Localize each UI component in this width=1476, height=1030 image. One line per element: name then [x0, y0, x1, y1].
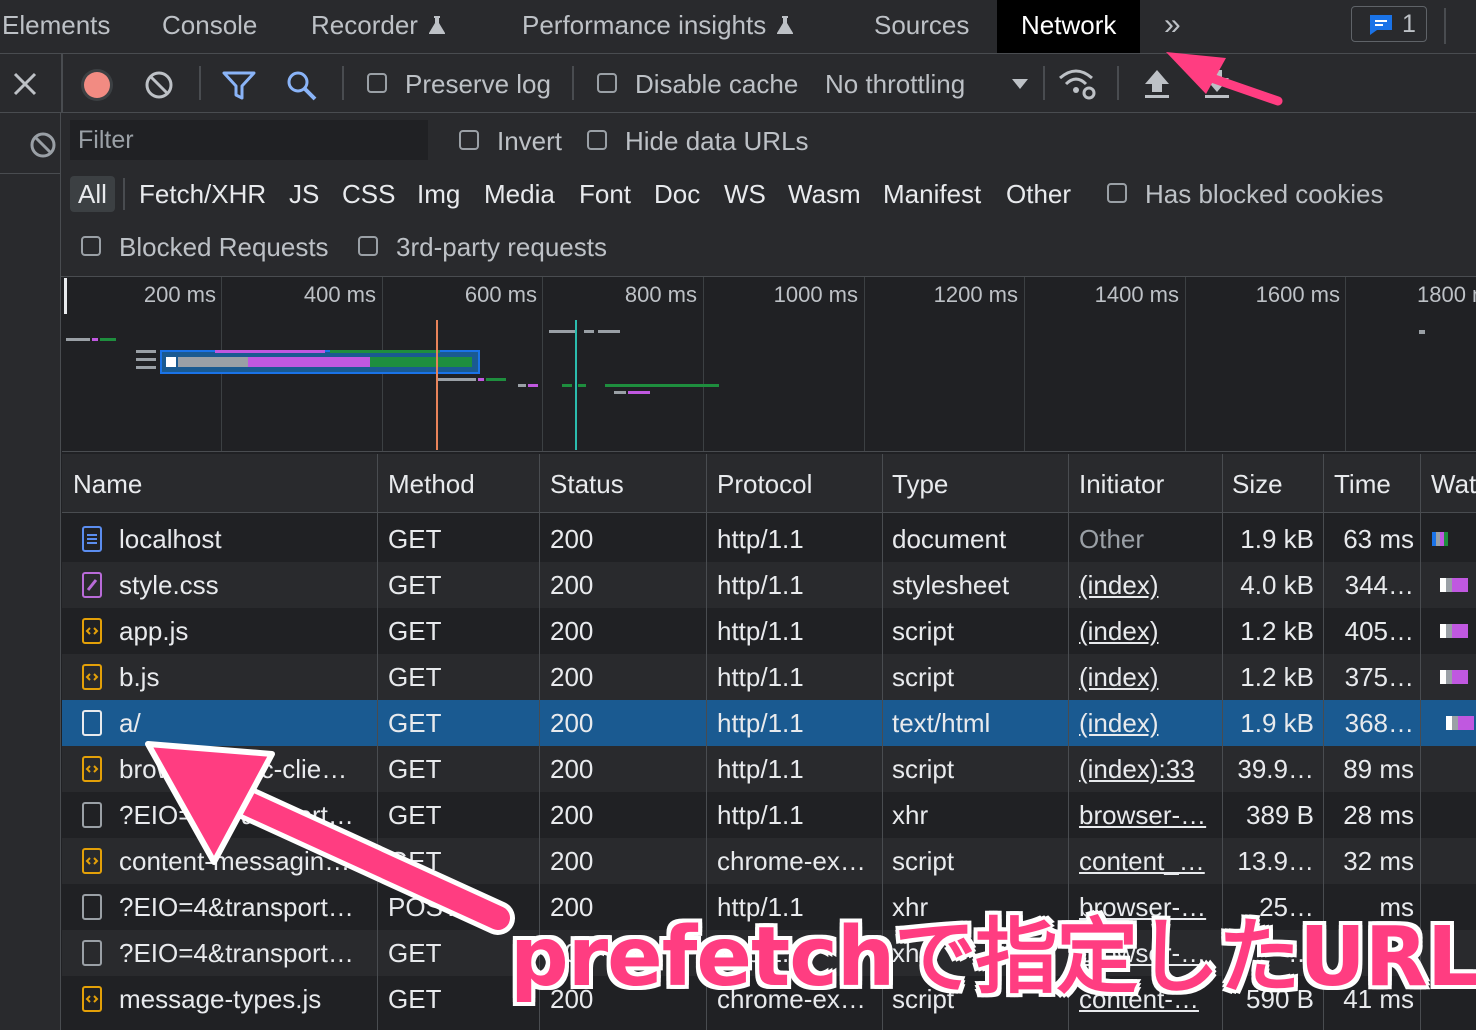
annotation-arrows: [145, 52, 1283, 935]
annotation-arrowhead: [1166, 52, 1226, 94]
annotation-label: prefetchで指定したURL: [510, 910, 1476, 1005]
annotation-arrow-row: [206, 778, 510, 930]
